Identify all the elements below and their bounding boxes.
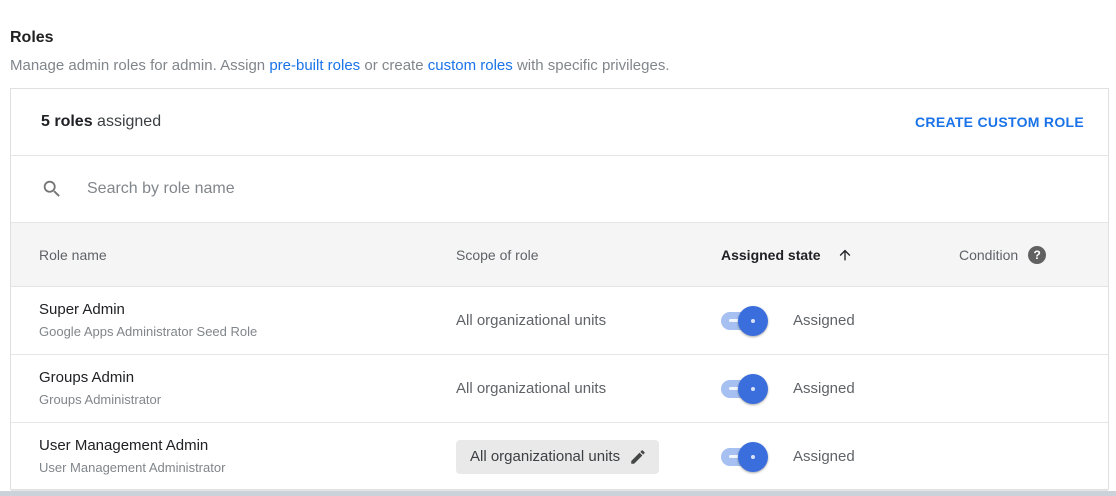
pencil-icon xyxy=(631,449,645,464)
edit-scope-chip[interactable]: All organizational units xyxy=(456,439,660,474)
table-row: User Management Admin User Management Ad… xyxy=(11,423,1108,491)
scope-cell: All organizational units xyxy=(456,439,660,474)
toggle-thumb xyxy=(738,441,768,472)
assigned-cell: Assigned xyxy=(721,305,959,336)
subtitle-text: or create xyxy=(364,57,424,74)
scope-chip-label: All organizational units xyxy=(470,448,621,465)
page-subtitle: Manage admin roles for admin. Assign pre… xyxy=(10,57,670,74)
role-name: Groups Admin xyxy=(39,369,135,386)
roles-count-number: 5 roles xyxy=(41,113,93,130)
table-row: Groups Admin Groups Administrator All or… xyxy=(11,355,1108,423)
search-input[interactable] xyxy=(87,180,1084,198)
table-header: Role name Scope of role Assigned state C… xyxy=(11,223,1108,287)
role-cell: User Management Admin User Management Ad… xyxy=(39,435,456,478)
role-description: User Management Administrator xyxy=(39,460,226,475)
role-name: User Management Admin xyxy=(39,437,209,454)
assigned-toggle[interactable] xyxy=(721,305,768,336)
assigned-cell: Assigned xyxy=(721,373,959,404)
subtitle-text: Manage admin roles for admin. Assign xyxy=(10,57,266,74)
search-icon xyxy=(43,180,60,197)
roles-panel: 5 roles assigned CREATE CUSTOM ROLE Role… xyxy=(10,88,1109,491)
column-header-condition: Condition xyxy=(959,245,1108,264)
create-custom-role-button[interactable]: CREATE CUSTOM ROLE xyxy=(915,114,1084,130)
column-header-assigned-state[interactable]: Assigned state xyxy=(721,247,959,263)
arrow-up-icon xyxy=(839,249,850,260)
scope-cell: All organizational units xyxy=(456,312,607,329)
subtitle-text: with specific privileges. xyxy=(516,57,670,74)
roles-count: 5 roles assigned xyxy=(41,113,161,131)
search-bar xyxy=(11,156,1108,223)
role-description: Google Apps Administrator Seed Role xyxy=(39,324,258,339)
pre-built-roles-link[interactable]: pre-built roles xyxy=(269,57,360,74)
role-cell: Groups Admin Groups Administrator xyxy=(39,367,456,410)
assigned-state-label: Assigned state xyxy=(721,246,821,263)
column-header-role-name: Role name xyxy=(39,246,107,263)
toggle-thumb xyxy=(738,373,768,404)
custom-roles-link[interactable]: custom roles xyxy=(428,57,513,74)
role-description: Groups Administrator xyxy=(39,392,162,407)
toggle-thumb xyxy=(738,305,768,336)
condition-label: Condition xyxy=(959,246,1019,263)
table-row: Super Admin Google Apps Administrator Se… xyxy=(11,287,1108,355)
role-name: Super Admin xyxy=(39,301,125,318)
help-icon[interactable] xyxy=(1028,245,1047,264)
roles-count-rest: assigned xyxy=(97,113,162,130)
panel-header: 5 roles assigned CREATE CUSTOM ROLE xyxy=(11,89,1108,156)
assigned-state-text: Assigned xyxy=(793,448,855,465)
assigned-cell: Assigned xyxy=(721,441,959,472)
assigned-state-text: Assigned xyxy=(793,380,855,397)
assigned-toggle[interactable] xyxy=(721,441,768,472)
column-header-scope: Scope of role xyxy=(456,246,539,263)
window-bottom-edge xyxy=(0,491,1116,496)
scope-cell: All organizational units xyxy=(456,380,607,397)
assigned-toggle[interactable] xyxy=(721,373,768,404)
assigned-state-text: Assigned xyxy=(793,312,855,329)
page-title: Roles xyxy=(10,29,54,46)
role-cell: Super Admin Google Apps Administrator Se… xyxy=(39,299,456,342)
